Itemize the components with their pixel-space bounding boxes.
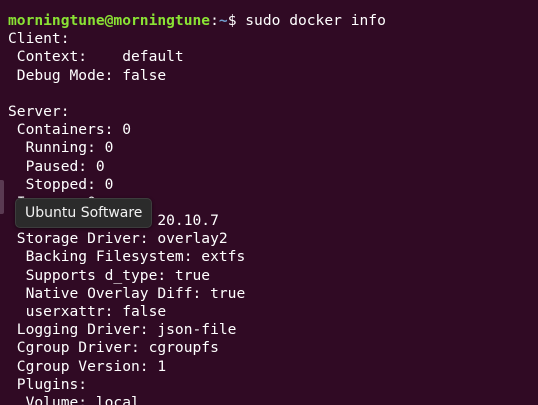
output-line: Client:: [8, 30, 70, 48]
output-line: Storage Driver: overlay2: [8, 230, 228, 248]
prompt-user-host: morningtune@morningtune: [8, 12, 211, 29]
output-line: Cgroup Driver: cgroupfs: [8, 339, 219, 357]
output-line: Context: default: [8, 48, 184, 66]
output-line: Containers: 0: [8, 121, 132, 139]
output-line: Supports d_type: true: [8, 266, 211, 284]
prompt-command: sudo docker info: [236, 12, 386, 29]
dock-edge-handle[interactable]: [0, 180, 4, 214]
output-line: Paused: 0: [8, 157, 105, 175]
output-line: Backing Filesystem: extfs: [8, 248, 246, 266]
output-line: Native Overlay Diff: true: [8, 284, 246, 302]
output-line: Running: 0: [8, 139, 114, 157]
prompt-line: morningtune@morningtune:~$ sudo docker i…: [8, 12, 538, 30]
prompt-colon: :: [210, 12, 219, 29]
output-line: userxattr: false: [8, 303, 167, 320]
terminal-window[interactable]: morningtune@morningtune:~$ sudo docker i…: [0, 0, 538, 405]
output-line: Debug Mode: false: [8, 66, 167, 84]
ubuntu-software-tooltip: Ubuntu Software: [15, 198, 153, 228]
output-line: Logging Driver: json-file: [8, 321, 237, 339]
output-line: Server:: [8, 102, 70, 120]
output-line: Plugins:: [8, 375, 88, 393]
output-line: Volume: local: [8, 393, 140, 405]
output-line: Stopped: 0: [8, 175, 114, 193]
prompt-path: ~: [218, 12, 228, 29]
output-line: Cgroup Version: 1: [8, 357, 167, 375]
